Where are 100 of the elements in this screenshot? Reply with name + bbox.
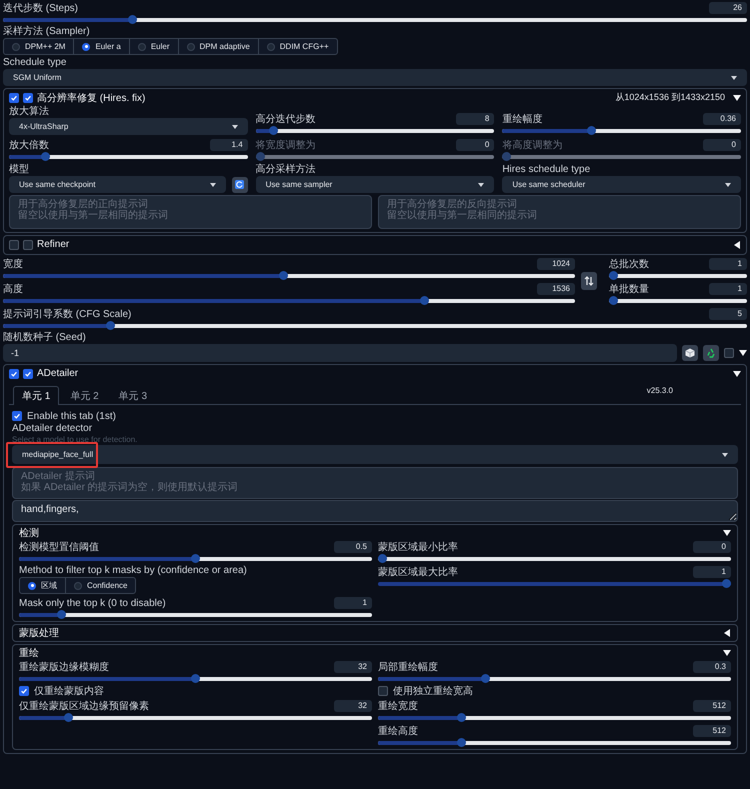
toggle-icon[interactable] [733,370,741,378]
radio-option[interactable]: DPM++ 2M [4,39,74,54]
number-field[interactable]: 8 [456,113,494,125]
panel-title[interactable]: ADetailer [37,368,78,379]
panel-title[interactable]: 高分辨率修复 (Hires. fix) [37,90,146,104]
radio-option[interactable]: Euler a [74,39,130,54]
radio-option[interactable]: DDIM CFG++ [258,39,337,54]
slider-thumb[interactable] [191,674,200,683]
checkbox[interactable] [23,92,33,102]
checkbox[interactable] [378,686,388,696]
number-field[interactable]: 1 [334,597,372,609]
toggle-icon[interactable] [723,628,731,636]
toggle-icon[interactable] [733,94,741,102]
slider[interactable] [19,554,372,563]
dropdown[interactable]: SGM Uniform [3,69,747,86]
number-field[interactable]: 32 [334,661,372,673]
number-field[interactable]: 0.3 [693,661,731,673]
seed-field[interactable]: -1 [3,344,677,362]
dropdown[interactable]: 4x-UltraSharp [9,118,248,135]
number-field[interactable]: 1 [693,566,731,578]
reuse-seed-button[interactable] [703,345,719,361]
checkbox[interactable] [9,368,19,378]
panel-title[interactable]: Refiner [37,239,70,250]
toggle-icon[interactable] [723,648,731,656]
slider-thumb[interactable] [41,152,50,161]
slider[interactable] [609,296,747,305]
checkbox[interactable] [9,92,19,102]
radio-option[interactable]: DPM adaptive [178,39,259,54]
slider-thumb[interactable] [191,554,200,563]
slider-thumb[interactable] [609,296,618,305]
slider-thumb[interactable] [722,579,731,588]
swap-button[interactable] [581,272,597,290]
slider-thumb[interactable] [269,126,278,135]
slider-thumb[interactable] [278,271,288,280]
number-field[interactable]: 512 [693,700,731,712]
slider-thumb[interactable] [56,610,66,619]
number-field[interactable]: 1536 [537,283,575,295]
slider[interactable] [378,554,731,563]
slider-thumb[interactable] [128,15,137,24]
slider[interactable] [378,579,731,588]
negative-prompt-field[interactable]: hand,fingers, [12,500,738,522]
radio-option[interactable]: Euler [130,39,179,54]
checkbox[interactable] [19,686,29,696]
slider[interactable] [378,674,731,683]
slider[interactable] [3,15,747,24]
toggle-icon[interactable] [723,528,731,536]
checkbox[interactable] [9,240,19,250]
slider[interactable] [3,296,575,305]
checkbox[interactable] [23,368,33,378]
slider-thumb[interactable] [609,271,618,280]
slider[interactable] [9,152,248,161]
dropdown[interactable]: Use same checkpoint [9,176,226,193]
section-title[interactable]: 重绘 [19,646,39,660]
tab[interactable]: 单元 3 [110,386,156,405]
number-field[interactable]: 1.4 [210,139,248,151]
slider[interactable] [502,126,741,135]
section-title[interactable]: 检测 [19,526,39,540]
tab[interactable]: 单元 1 [13,386,60,405]
number-field[interactable]: 5 [709,308,747,320]
slider-thumb[interactable] [457,713,466,722]
slider[interactable] [3,321,747,330]
number-field[interactable]: 0 [693,541,731,553]
slider-thumb[interactable] [457,738,466,747]
dropdown[interactable]: mediapipe_face_full [12,445,738,464]
slider-thumb[interactable] [481,674,490,683]
radio-option[interactable]: Confidence [66,578,136,593]
slider[interactable] [609,271,747,280]
slider-thumb[interactable] [420,296,429,305]
slider[interactable] [19,674,372,683]
section-title[interactable]: 蒙版处理 [19,626,59,640]
checkbox[interactable] [12,411,22,421]
checkbox[interactable] [23,240,33,250]
number-field[interactable]: 26 [709,2,747,14]
dropdown[interactable]: Use same scheduler [502,176,741,193]
radio-option[interactable]: 区域 [20,578,66,593]
random-seed-button[interactable] [682,345,698,361]
tab[interactable]: 单元 2 [61,386,108,405]
slider[interactable] [256,126,494,135]
slider[interactable] [378,713,731,722]
refresh-button[interactable] [232,176,248,192]
number-field[interactable]: 0.5 [334,541,372,553]
number-field[interactable]: 1 [709,283,747,295]
number-field[interactable]: 0.36 [703,113,741,125]
slider-label: 提示词引导系数 (CFG Scale) [3,309,132,320]
toggle-icon[interactable] [733,240,741,248]
slider-thumb[interactable] [587,126,596,135]
slider-thumb[interactable] [64,713,73,722]
slider[interactable] [3,271,575,280]
checkbox[interactable] [724,348,734,358]
caret-icon[interactable] [739,349,747,357]
slider-thumb[interactable] [106,321,115,330]
slider[interactable] [378,738,731,747]
number-field[interactable]: 1 [709,258,747,270]
number-field[interactable]: 512 [693,725,731,737]
dropdown[interactable]: Use same sampler [256,176,494,193]
slider[interactable] [19,610,372,619]
number-field[interactable]: 32 [334,700,372,712]
number-field[interactable]: 1024 [537,258,575,270]
slider-thumb[interactable] [378,554,387,563]
slider[interactable] [19,713,372,722]
